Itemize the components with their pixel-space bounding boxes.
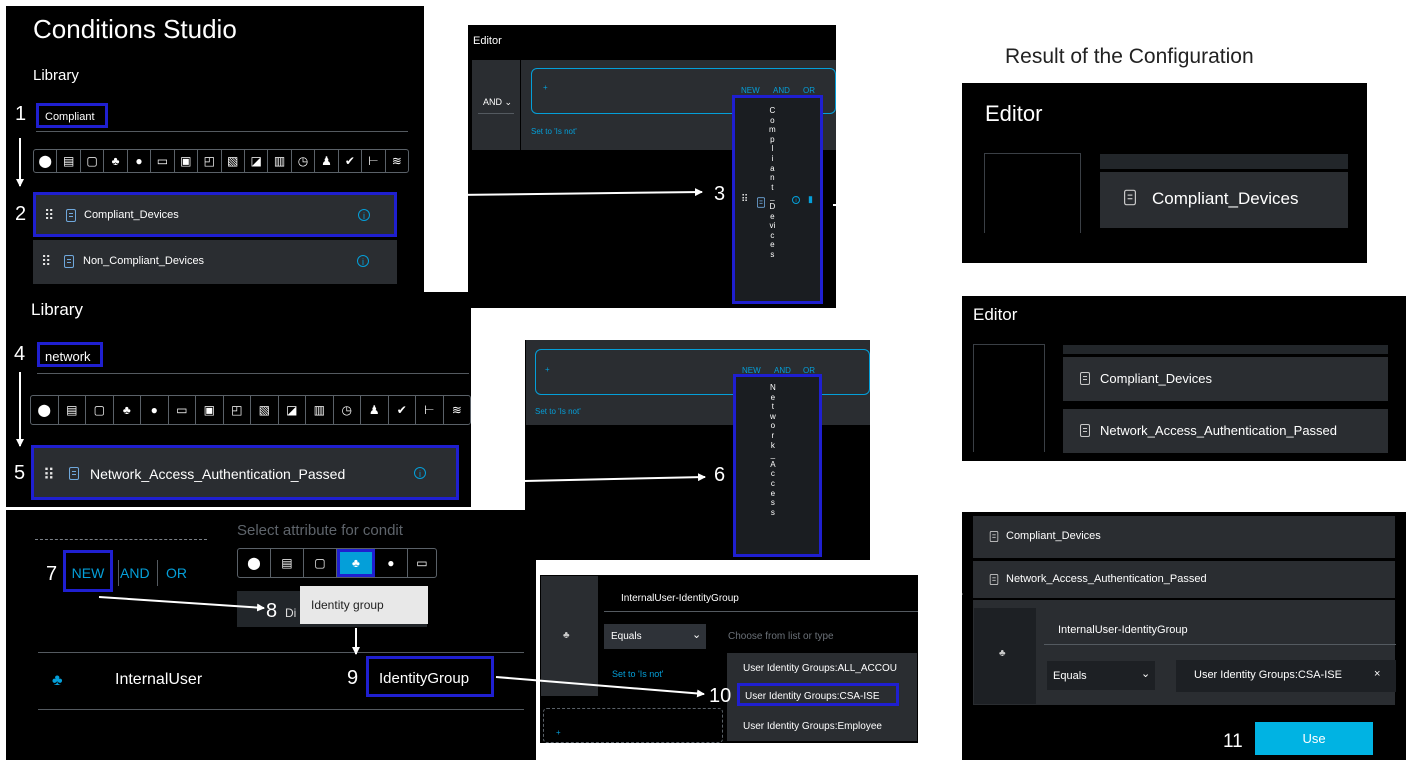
arrow-to-result2 — [876, 397, 941, 406]
arrow-to-editor2 — [477, 473, 706, 483]
arrow-to-option — [495, 676, 705, 698]
arrow-to-result3 — [919, 590, 963, 599]
arrow-new-to-identity — [98, 596, 265, 612]
arrow-to-result1 — [832, 201, 946, 210]
arrow-to-editor1 — [452, 188, 703, 197]
annotation-arrows — [16, 138, 963, 698]
